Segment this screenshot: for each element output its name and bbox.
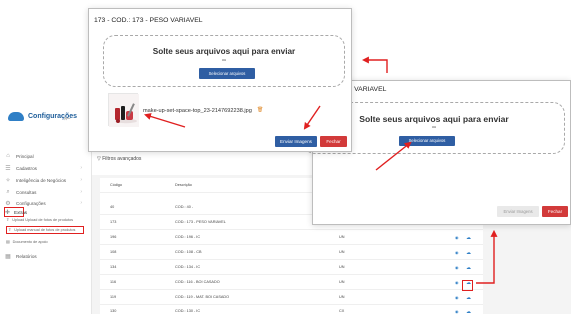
arrow-to-select-files — [375, 141, 412, 171]
annotation-arrows — [143, 56, 498, 284]
arrow-to-main-modal — [361, 56, 388, 73]
arrow-to-thumbnail — [143, 113, 186, 128]
arrow-from-cloud-icon — [476, 229, 498, 284]
arrow-to-send-button — [303, 105, 321, 130]
